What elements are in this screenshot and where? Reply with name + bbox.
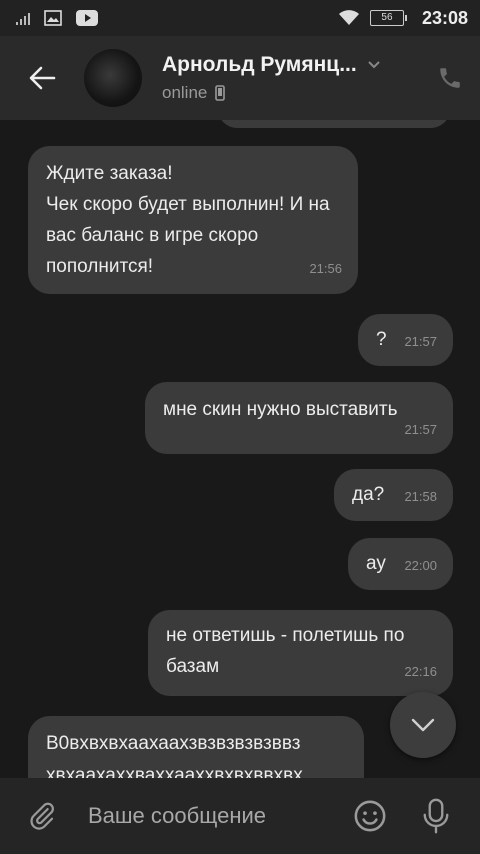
message-text: не ответишь - полетишь по базам	[166, 625, 405, 677]
emoji-button[interactable]	[350, 796, 390, 836]
wifi-icon	[338, 10, 359, 25]
message-time: 21:58	[404, 489, 437, 504]
attach-icon	[30, 802, 54, 830]
back-button[interactable]	[0, 36, 84, 120]
message-bubble-incoming[interactable]: B0вхвхвхаахаахзвзвзвзвзввз хвхаахаххвахх…	[28, 716, 364, 778]
mobile-device-icon	[215, 85, 226, 101]
emoji-icon	[354, 800, 386, 832]
message-bubble-outgoing[interactable]: ? 21:57	[358, 314, 453, 366]
message-time: 22:00	[404, 558, 437, 573]
call-button[interactable]	[420, 36, 480, 120]
voice-message-button[interactable]	[416, 796, 456, 836]
message-text: мне скин нужно выставить	[163, 399, 398, 420]
message-bubble-outgoing[interactable]: мне скин нужно выставить 21:57	[145, 382, 453, 454]
message-time: 21:57	[404, 334, 437, 349]
signal-icon	[16, 11, 30, 25]
scroll-to-bottom-button[interactable]	[390, 692, 456, 758]
message-composer: Ваше сообщение	[0, 778, 480, 854]
message-bubble-outgoing[interactable]: да? 21:58	[334, 469, 453, 521]
message-time: 22:16	[404, 664, 437, 679]
contact-name: Арнольд Румянц...	[162, 53, 357, 76]
message-time: 21:57	[404, 422, 437, 437]
status-bar: 56 23:08	[0, 0, 480, 36]
contact-status: online	[162, 83, 208, 102]
image-icon	[44, 10, 62, 26]
clock: 23:08	[421, 7, 468, 28]
message-input[interactable]: Ваше сообщение	[88, 803, 350, 829]
attach-button[interactable]	[22, 796, 62, 836]
message-bubble-outgoing[interactable]: ау 22:00	[348, 538, 453, 590]
chevron-down-icon	[367, 61, 380, 69]
microphone-icon	[423, 798, 449, 834]
message-text: B0вхвхвхаахаахзвзвзвзвзввз хвхаахаххвахх…	[46, 733, 303, 778]
youtube-icon	[76, 10, 98, 26]
phone-icon	[440, 68, 460, 88]
battery-icon: 56	[369, 10, 407, 26]
message-bubble-incoming[interactable]: Ждите заказа! Чек скоро будет выполнин! …	[28, 146, 358, 294]
contact-info[interactable]: Арнольд Румянц... online	[162, 53, 420, 103]
message-list[interactable]: Ждите заказа! Чек скоро будет выполнин! …	[0, 120, 480, 778]
message-bubble-outgoing[interactable]: не ответишь - полетишь по базам 22:16	[148, 610, 453, 696]
chevron-down-icon	[411, 718, 435, 732]
avatar[interactable]	[84, 49, 142, 107]
chat-header: Арнольд Румянц... online	[0, 36, 480, 120]
message-bubble-partial	[218, 120, 450, 128]
back-arrow-icon	[29, 66, 56, 90]
message-text: Ждите заказа! Чек скоро будет выполнин! …	[46, 163, 330, 277]
message-time: 21:56	[309, 261, 342, 276]
